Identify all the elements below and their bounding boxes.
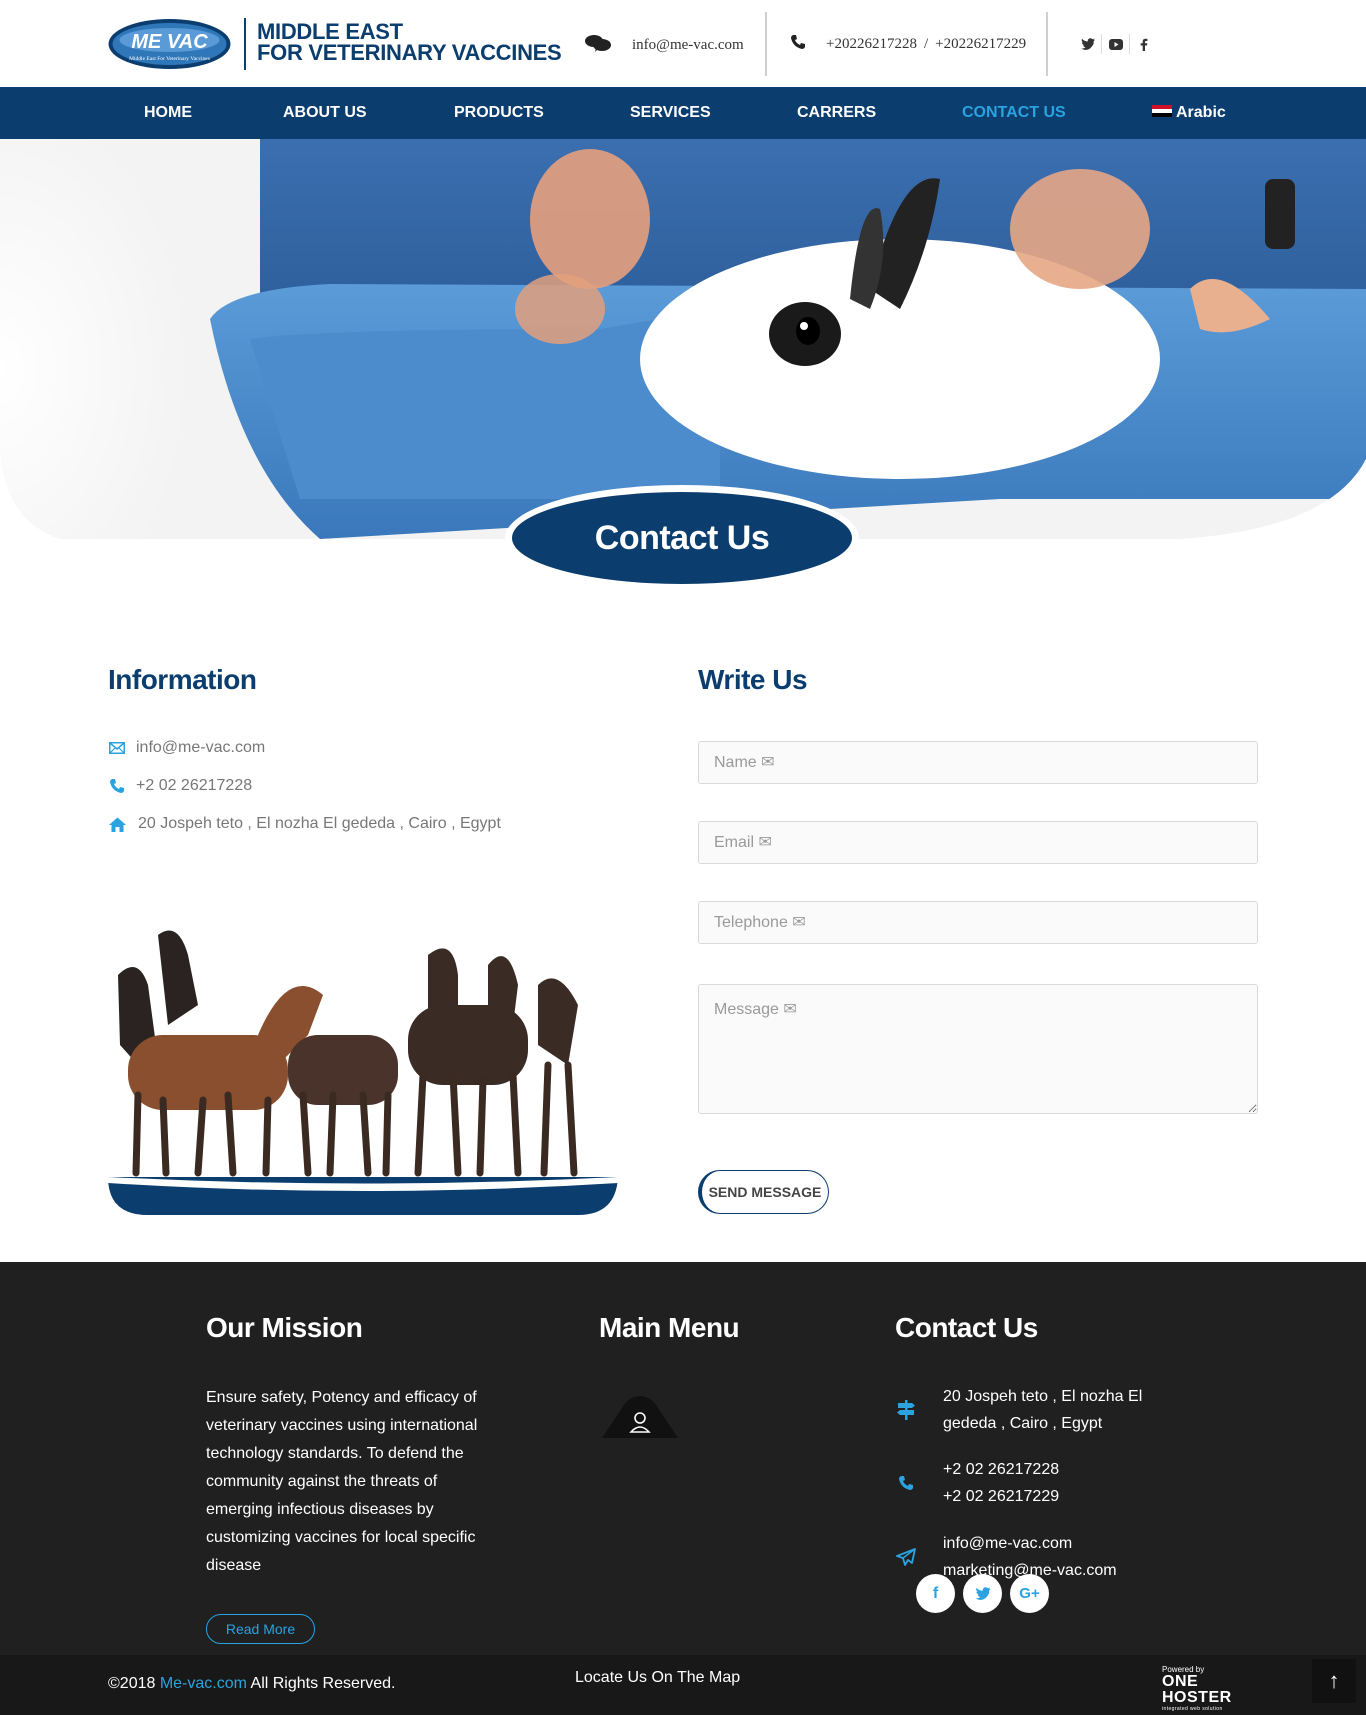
send-message-button[interactable]: SEND MESSAGE xyxy=(698,1170,829,1214)
name-input[interactable] xyxy=(698,741,1258,784)
svg-text:Middle East For Veterinary Vac: Middle East For Veterinary Vaccines xyxy=(129,56,210,62)
footer-address: 20 Jospeh teto , El nozha El gededa , Ca… xyxy=(895,1383,1142,1437)
read-more-button[interactable]: Read More xyxy=(206,1614,315,1644)
footer-mission-text: Ensure safety, Potency and efficacy of v… xyxy=(206,1389,478,1574)
nav-contact-us[interactable]: CONTACT US xyxy=(962,87,1066,139)
header-phones[interactable]: +20226217228 / +20226217229 xyxy=(790,34,1026,55)
copyright: ©2018 Me-vac.com All Rights Reserved. xyxy=(108,1675,395,1693)
arrow-up-icon: ↑ xyxy=(1328,1668,1340,1693)
chat-bubbles-icon xyxy=(584,34,612,57)
header-separator xyxy=(765,12,767,76)
main-navigation: HOME ABOUT US PRODUCTS SERVICES CARRERS … xyxy=(0,87,1366,139)
site-logo[interactable]: ME VAC Middle East For Veterinary Vaccin… xyxy=(107,18,232,70)
header-phone-2: +20226217229 xyxy=(935,36,1027,52)
egypt-flag-icon xyxy=(1152,104,1172,117)
footer-phones[interactable]: +2 02 26217228 +2 02 26217229 xyxy=(895,1456,1059,1510)
horses-image xyxy=(108,915,618,1217)
info-phone[interactable]: +2 02 26217228 xyxy=(108,777,252,795)
brand-name: MIDDLE EAST FOR VETERINARY VACCINES xyxy=(257,19,562,65)
footer-mission-title: Our Mission xyxy=(206,1312,363,1343)
information-title: Information xyxy=(108,664,257,695)
nav-services[interactable]: SERVICES xyxy=(630,87,711,139)
envelope-icon xyxy=(108,739,126,757)
footer-phone-1: +2 02 26217228 xyxy=(943,1461,1060,1478)
nav-about-us[interactable]: ABOUT US xyxy=(283,87,367,139)
copyright-prefix: ©2018 xyxy=(108,1675,160,1692)
footer-email-1: info@me-vac.com xyxy=(943,1535,1073,1552)
header-phone-1: +20226217228 xyxy=(826,36,917,52)
nav-language-arabic[interactable]: Arabic xyxy=(1152,87,1226,139)
info-address: 20 Jospeh teto , El nozha El gededa , Ca… xyxy=(108,815,501,833)
twitter-icon[interactable] xyxy=(1074,34,1102,54)
nav-products[interactable]: PRODUCTS xyxy=(454,87,544,139)
powered-by-logo[interactable]: Powered by ONE HOSTER integrated web sol… xyxy=(1162,1665,1262,1712)
phone-icon xyxy=(895,1472,917,1494)
home-icon xyxy=(108,815,126,833)
locate-on-map-link[interactable]: Locate Us On The Map xyxy=(575,1669,740,1687)
email-input[interactable] xyxy=(698,821,1258,864)
google-plus-icon[interactable]: G+ xyxy=(1010,1574,1049,1613)
write-us-title: Write Us xyxy=(698,664,808,695)
phone-icon xyxy=(108,777,126,795)
telephone-input[interactable] xyxy=(698,901,1258,944)
footer-contact-title: Contact Us xyxy=(895,1312,1038,1343)
site-footer: Our Mission Ensure safety, Potency and e… xyxy=(0,1262,1366,1655)
page-title-badge: Contact Us xyxy=(505,485,859,591)
info-address-text: 20 Jospeh teto , El nozha El gededa , Ca… xyxy=(138,815,501,832)
footer-address-line-2: gededa , Cairo , Egypt xyxy=(943,1415,1103,1432)
header-email-text: info@me-vac.com xyxy=(632,37,744,53)
paper-plane-icon xyxy=(895,1546,917,1568)
page-title: Contact Us xyxy=(594,518,770,557)
header-separator xyxy=(1046,12,1048,76)
footer-address-line-1: 20 Jospeh teto , El nozha El xyxy=(943,1388,1143,1405)
youtube-icon[interactable] xyxy=(1102,34,1130,54)
footer-menu-title: Main Menu xyxy=(599,1312,740,1343)
bottom-bar: ©2018 Me-vac.com All Rights Reserved. Lo… xyxy=(0,1655,1366,1715)
info-email-text: info@me-vac.com xyxy=(136,739,266,756)
back-to-top-button[interactable]: ↑ xyxy=(1312,1659,1356,1703)
facebook-icon[interactable]: f xyxy=(916,1574,955,1613)
info-email[interactable]: info@me-vac.com xyxy=(108,739,265,757)
header-social-links xyxy=(1074,34,1158,54)
site-header: ME VAC Middle East For Veterinary Vaccin… xyxy=(0,0,1366,87)
footer-social-links: f G+ xyxy=(916,1574,1049,1613)
svg-text:ME VAC: ME VAC xyxy=(131,31,208,53)
brand-line-2: FOR VETERINARY VACCINES xyxy=(257,40,562,65)
hoster-name: ONE HOSTER xyxy=(1162,1673,1232,1706)
header-phone-separator: / xyxy=(923,36,929,52)
twitter-icon[interactable] xyxy=(963,1574,1002,1613)
hero-banner: Contact Us xyxy=(0,139,1366,599)
copyright-suffix: All Rights Reserved. xyxy=(246,1675,396,1692)
nav-arabic-label: Arabic xyxy=(1176,104,1226,121)
signpost-icon xyxy=(895,1399,917,1421)
user-location-icon[interactable] xyxy=(602,1394,678,1438)
nav-home[interactable]: HOME xyxy=(144,87,192,139)
nav-carrers[interactable]: CARRERS xyxy=(797,87,876,139)
hoster-tagline: integrated web solution xyxy=(1162,1706,1223,1712)
phone-icon xyxy=(790,34,806,55)
footer-phone-2: +2 02 26217229 xyxy=(943,1488,1060,1505)
message-textarea[interactable] xyxy=(698,984,1258,1114)
logo-divider xyxy=(244,18,246,70)
info-phone-text: +2 02 26217228 xyxy=(136,777,253,794)
facebook-icon[interactable] xyxy=(1130,34,1158,54)
header-email[interactable]: info@me-vac.com xyxy=(584,34,744,57)
brand-line-1: MIDDLE EAST xyxy=(257,19,403,44)
copyright-site-link[interactable]: Me-vac.com xyxy=(160,1675,247,1692)
